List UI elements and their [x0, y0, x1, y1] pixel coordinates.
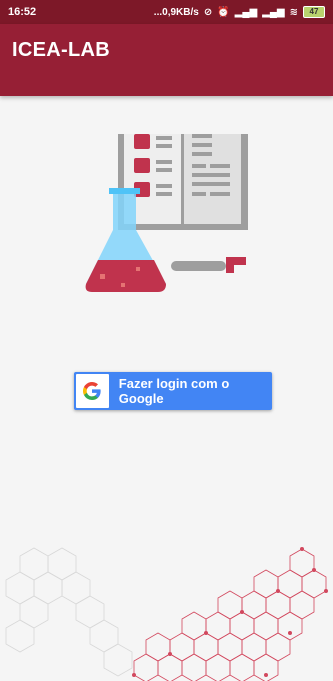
lab-book-illustration [85, 134, 248, 292]
red-block [134, 134, 150, 149]
main-content: Fazer login com o Google [0, 96, 333, 681]
status-bar: 16:52 ...0,9KB/s ⊘ ⏰ ▂▄▆ ▂▄▆ ≋ 47 [0, 0, 333, 24]
google-login-label: Fazer login com o Google [118, 376, 230, 406]
app-bar: ICEA-LAB [0, 24, 333, 96]
book-right-page [184, 134, 241, 224]
battery-icon: 47 [303, 6, 325, 18]
signal-icon: ▂▄▆ [234, 6, 258, 18]
status-time: 16:52 [8, 6, 37, 18]
mute-icon: ⊘ [203, 6, 213, 18]
signal-icon: ▂▄▆ [262, 6, 285, 18]
status-icons: ...0,9KB/s ⊘ ⏰ ▂▄▆ ▂▄▆ ≋ 47 [154, 6, 325, 18]
hexagon-pattern-decoration [5, 547, 328, 681]
page-title: ICEA-LAB [12, 38, 110, 61]
pipette-bulb [226, 257, 246, 265]
red-block [134, 158, 150, 173]
network-speed: ...0,9KB/s [153, 6, 199, 18]
flask-liquid [85, 260, 166, 292]
pipette [171, 261, 226, 271]
flask-neck [109, 188, 140, 194]
wifi-icon: ≋ [289, 6, 298, 18]
google-login-button[interactable]: Fazer login com o Google [74, 372, 272, 410]
google-g-icon [76, 374, 109, 408]
alarm-icon: ⏰ [217, 6, 230, 18]
